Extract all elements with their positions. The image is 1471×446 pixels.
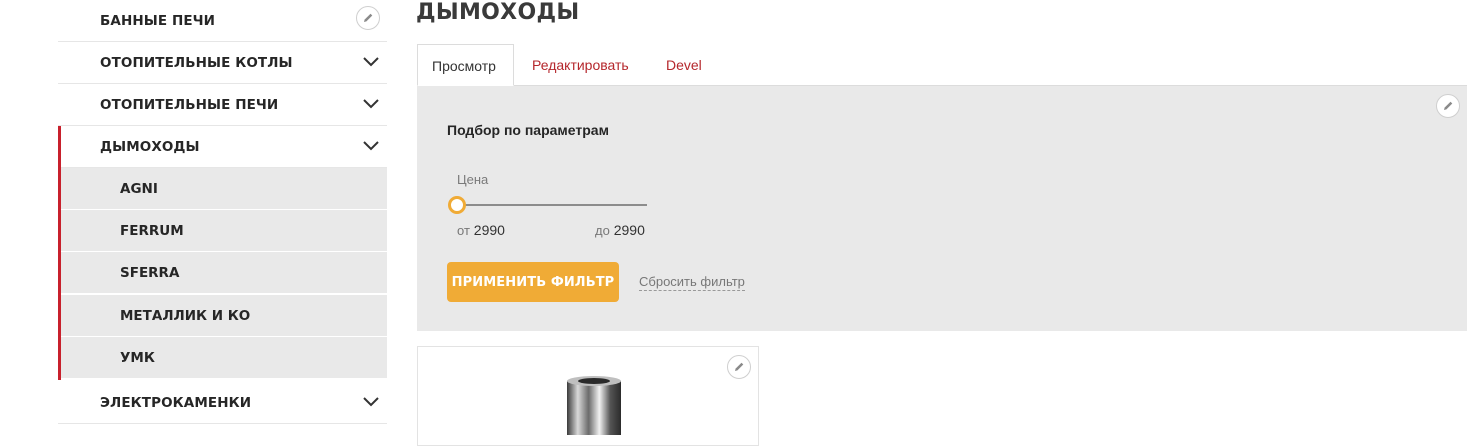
sidebar-subitem-label: FERRUM (120, 223, 184, 239)
chevron-down-icon[interactable] (362, 55, 380, 69)
page-title: ДЫМОХОДЫ (416, 0, 580, 25)
sidebar-item-label: ОТОПИТЕЛЬНЫЕ ПЕЧИ (100, 96, 279, 113)
price-from-value[interactable]: 2990 (474, 222, 505, 238)
sidebar-item-label: ОТОПИТЕЛЬНЫЕ КОТЛЫ (100, 54, 293, 71)
price-slider-handle[interactable] (448, 196, 466, 214)
sidebar-subitem-label: AGNI (120, 181, 158, 197)
edit-pencil-icon[interactable] (1436, 94, 1460, 118)
price-from: от 2990 (457, 222, 505, 238)
sidebar-subitem-umk[interactable]: УМК (61, 337, 387, 379)
product-image[interactable] (563, 375, 623, 435)
sidebar-item-label: ЭЛЕКТРОКАМЕНКИ (100, 394, 252, 411)
sidebar-item-label: ДЫМОХОДЫ (100, 138, 200, 155)
sidebar-subitem-ferrum[interactable]: FERRUM (61, 210, 387, 252)
filter-title: Подбор по параметрам (447, 122, 609, 138)
price-to-prefix: до (595, 223, 610, 238)
sidebar-subitem-metallik[interactable]: МЕТАЛЛИК И КО (61, 295, 387, 337)
sidebar-item-otopitelnye-pechi[interactable]: ОТОПИТЕЛЬНЫЕ ПЕЧИ (58, 84, 387, 126)
price-from-prefix: от (457, 223, 470, 238)
sidebar-item-dymokhody[interactable]: ДЫМОХОДЫ (58, 126, 387, 168)
sidebar-subitem-sferra[interactable]: SFERRA (61, 252, 387, 294)
reset-filter-link[interactable]: Сбросить фильтр (639, 274, 745, 291)
sidebar-subitem-agni[interactable]: AGNI (61, 168, 387, 210)
sidebar-item-bannye-pechi[interactable]: БАННЫЕ ПЕЧИ (58, 0, 387, 42)
sidebar-subitem-label: SFERRA (120, 265, 180, 281)
sidebar: БАННЫЕ ПЕЧИ ОТОПИТЕЛЬНЫЕ КОТЛЫ ОТОПИТЕЛЬ… (58, 0, 388, 431)
active-section-indicator (58, 126, 61, 380)
sidebar-subitem-label: УМК (120, 350, 155, 366)
apply-filter-button[interactable]: ПРИМЕНИТЬ ФИЛЬТР (447, 262, 619, 302)
price-label: Цена (457, 172, 489, 187)
sidebar-item-elektrokamenki[interactable]: ЭЛЕКТРОКАМЕНКИ (58, 382, 387, 424)
chevron-down-icon[interactable] (362, 97, 380, 111)
product-card[interactable] (417, 346, 759, 446)
price-to-value[interactable]: 2990 (614, 222, 645, 238)
price-to: до 2990 (595, 222, 645, 238)
chevron-down-icon[interactable] (362, 395, 380, 409)
price-slider-track[interactable] (457, 204, 647, 206)
chevron-down-icon[interactable] (362, 139, 380, 153)
edit-pencil-icon[interactable] (356, 6, 380, 30)
filter-panel: Подбор по параметрам Цена от 2990 до 299… (417, 85, 1467, 331)
edit-pencil-icon[interactable] (727, 355, 751, 379)
tab-devel[interactable]: Devel (652, 44, 716, 86)
tab-view[interactable]: Просмотр (417, 44, 514, 86)
tab-edit[interactable]: Редактировать (518, 44, 643, 86)
sidebar-item-otopitelnye-kotly[interactable]: ОТОПИТЕЛЬНЫЕ КОТЛЫ (58, 42, 387, 84)
sidebar-subitem-label: МЕТАЛЛИК И КО (120, 308, 251, 324)
sidebar-item-label: БАННЫЕ ПЕЧИ (100, 12, 216, 29)
